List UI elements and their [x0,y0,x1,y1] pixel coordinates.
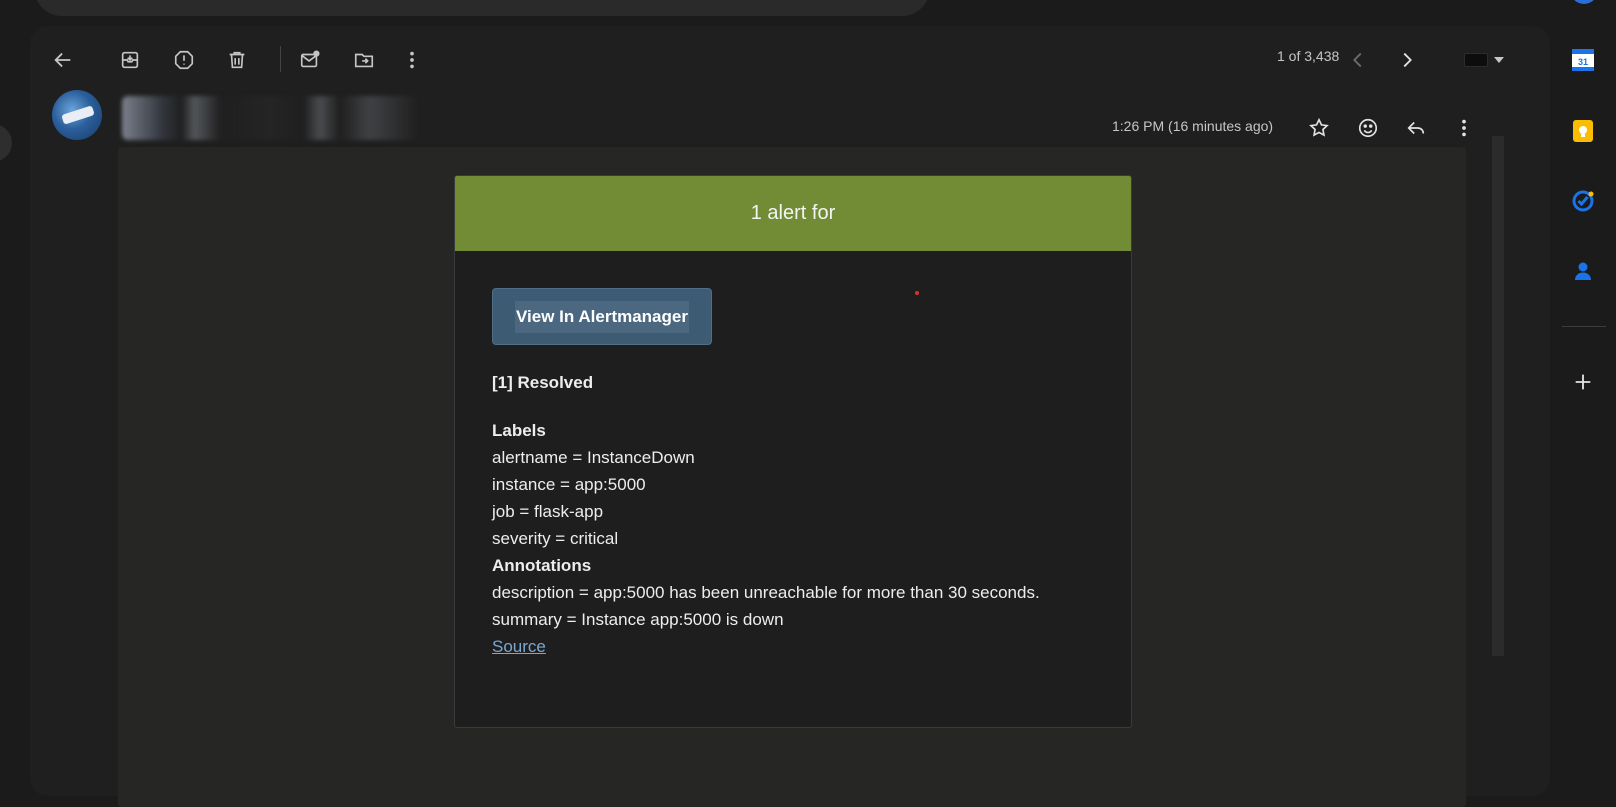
archive-icon [121,51,139,69]
reply-icon [1407,121,1425,135]
move-to-folder-icon [354,53,374,68]
back-button[interactable] [43,40,83,80]
get-addons-button[interactable] [1567,366,1599,398]
delete-button[interactable] [217,40,257,80]
calendar-button[interactable]: 31 [1567,44,1599,76]
add-icon [1575,374,1591,390]
calendar-day: 31 [1578,57,1588,67]
toolbar-divider [280,46,281,72]
alert-content: View In Alertmanager [1] Resolved Labels… [455,251,1131,660]
more-vert-icon [410,51,414,69]
search-bar-remnant [34,0,930,16]
source-link[interactable]: Source [492,633,546,660]
star-button[interactable] [1299,108,1339,148]
rail-divider [1562,326,1606,327]
alert-card: 1 alert for View In Alertmanager [1] Res… [454,175,1132,728]
keyboard-icon [1464,53,1488,67]
labels-heading: Labels [492,421,546,440]
sidebar-remnant [0,124,12,162]
chevron-left-icon [1353,52,1362,68]
move-to-button[interactable] [344,40,384,80]
input-tools-button[interactable] [1464,50,1508,70]
sender-avatar[interactable] [52,90,102,140]
cursor-dot [915,291,919,295]
view-in-alertmanager-button[interactable]: View In Alertmanager [492,288,712,345]
view-in-alertmanager-label: View In Alertmanager [515,300,689,333]
calendar-icon: 31 [1572,49,1594,71]
annotation-line: description = app:5000 has been unreacha… [492,583,1040,602]
message-view: 1 of 3,438 1:26 PM (16 minutes ago) 1 al… [30,26,1550,807]
tasks-button[interactable] [1567,185,1599,217]
side-panel: 31 [1552,0,1616,777]
alert-header: 1 alert for [455,176,1131,251]
add-reaction-button[interactable] [1348,108,1388,148]
contacts-button[interactable] [1567,255,1599,287]
reply-button[interactable] [1396,108,1436,148]
contacts-icon [1575,262,1591,280]
scrollbar[interactable] [1492,136,1504,656]
message-more-button[interactable] [1444,108,1484,148]
label-line: alertname = InstanceDown [492,448,695,467]
report-spam-button[interactable] [164,40,204,80]
pager-text: 1 of 3,438 [1277,48,1340,64]
sender-name-blurred[interactable] [122,96,452,140]
label-line: job = flask-app [492,502,604,521]
annotations-heading: Annotations [492,556,592,575]
message-timestamp: 1:26 PM (16 minutes ago) [1112,118,1274,134]
keep-icon [1573,120,1593,142]
email-body: 1 alert for View In Alertmanager [1] Res… [118,147,1466,807]
newer-button[interactable] [1338,40,1378,80]
spam-icon [174,50,194,70]
caret-down-icon [1494,57,1504,63]
more-options-button[interactable] [392,40,432,80]
back-arrow-icon [54,52,71,68]
star-icon [1309,117,1329,137]
mark-unread-icon [300,50,320,68]
tasks-icon [1572,190,1594,212]
more-vert-icon [1462,119,1466,137]
annotation-line: summary = Instance app:5000 is down [492,610,784,629]
mark-unread-button[interactable] [290,40,330,80]
label-line: instance = app:5000 [492,475,646,494]
trash-icon [229,51,245,69]
chevron-right-icon [1403,52,1412,68]
older-button[interactable] [1387,40,1427,80]
archive-button[interactable] [110,40,150,80]
rail-top-icon [1570,0,1598,4]
keep-button[interactable] [1567,115,1599,147]
emoji-icon [1358,118,1378,138]
label-line: severity = critical [492,529,619,548]
message-toolbar: 1 of 3,438 [30,26,1550,86]
alert-status: [1] Resolved [492,373,594,392]
sender-row: 1:26 PM (16 minutes ago) [30,88,1550,148]
